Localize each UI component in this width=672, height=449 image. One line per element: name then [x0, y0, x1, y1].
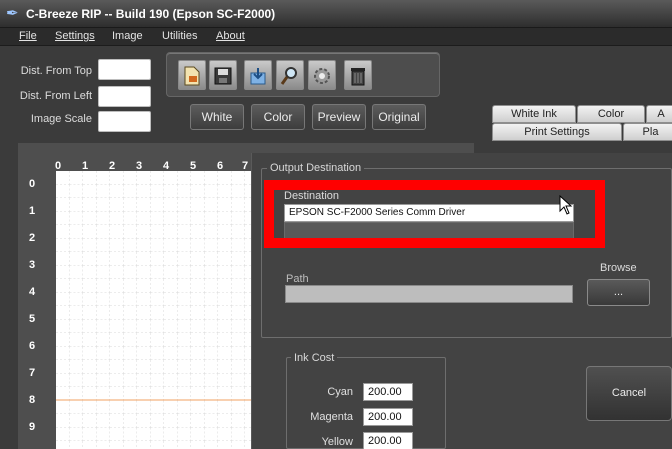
- zoom-button[interactable]: [276, 60, 304, 90]
- ruler-y-tick: 0: [29, 178, 36, 190]
- ruler-x-tick: 5: [190, 160, 197, 172]
- ruler-y-tick: 7: [29, 367, 36, 379]
- new-document-button[interactable]: [178, 60, 206, 90]
- original-button[interactable]: Original: [372, 104, 426, 130]
- ruler-x-tick: 3: [136, 160, 143, 172]
- new-document-icon: [184, 66, 200, 86]
- ruler-y-tick: 8: [29, 394, 36, 406]
- menu-about[interactable]: About: [216, 30, 245, 42]
- menu-image[interactable]: Image: [112, 30, 143, 42]
- print-canvas[interactable]: [56, 171, 266, 449]
- menu-file[interactable]: File: [19, 30, 37, 42]
- ruler-y-tick: 2: [29, 232, 36, 244]
- magenta-label: Magenta: [310, 411, 353, 423]
- quill-icon: ✒: [6, 5, 19, 22]
- cancel-button[interactable]: Cancel: [586, 366, 672, 421]
- white-view-button[interactable]: White: [190, 104, 244, 130]
- trash-icon: [351, 68, 365, 86]
- tab-white-ink[interactable]: White Ink: [492, 105, 576, 123]
- ruler-x-tick: 6: [217, 160, 224, 172]
- dist-top-input[interactable]: [98, 59, 151, 80]
- window-title: C-Breeze RIP -- Build 190 (Epson SC-F200…: [26, 7, 276, 21]
- ruler-x-tick: 1: [82, 160, 89, 172]
- ruler-y-tick: 1: [29, 205, 36, 217]
- download-icon: [250, 68, 266, 85]
- save-button[interactable]: [209, 60, 237, 90]
- tab-placement[interactable]: Pla: [623, 123, 672, 141]
- yellow-cost-input[interactable]: 200.00: [363, 432, 413, 449]
- cyan-cost-input[interactable]: 200.00: [363, 383, 413, 401]
- ruler-x-tick: 4: [163, 160, 170, 172]
- browse-button[interactable]: ...: [587, 279, 650, 306]
- ruler-x-tick: 7: [242, 160, 249, 172]
- browse-label: Browse: [600, 262, 637, 274]
- image-scale-input[interactable]: [98, 111, 151, 132]
- highlight-box: [264, 180, 605, 248]
- color-view-button[interactable]: Color: [251, 104, 305, 130]
- menu-bar: File Settings Image Utilities About: [0, 28, 672, 46]
- path-input[interactable]: [285, 285, 573, 303]
- ruler-y-tick: 9: [29, 421, 36, 433]
- import-button[interactable]: [244, 60, 272, 90]
- dist-left-label: Dist. From Left: [19, 90, 92, 102]
- ruler-x-tick: 0: [55, 160, 62, 172]
- tab-a[interactable]: A: [646, 105, 672, 123]
- ruler-x-tick: 2: [109, 160, 116, 172]
- ruler-y-tick: 3: [29, 259, 36, 271]
- canvas-grid: [56, 171, 266, 449]
- tab-color[interactable]: Color: [577, 105, 645, 123]
- preview-button[interactable]: Preview: [312, 104, 366, 130]
- menu-settings[interactable]: Settings: [55, 30, 95, 42]
- path-label: Path: [286, 273, 309, 285]
- gear-icon: [314, 68, 330, 84]
- settings-button[interactable]: [308, 60, 336, 90]
- image-scale-label: Image Scale: [30, 113, 92, 125]
- toolbar: [166, 52, 440, 97]
- search-icon: [280, 67, 297, 85]
- ruler-y-tick: 4: [29, 286, 36, 298]
- delete-button[interactable]: [344, 60, 372, 90]
- save-icon: [214, 67, 232, 85]
- dist-left-input[interactable]: [98, 86, 151, 107]
- output-destination-title: Output Destination: [267, 162, 365, 174]
- menu-utilities[interactable]: Utilities: [162, 30, 197, 42]
- ruler-y-tick: 6: [29, 340, 36, 352]
- dist-top-label: Dist. From Top: [20, 65, 92, 77]
- magenta-cost-input[interactable]: 200.00: [363, 408, 413, 426]
- title-bar: ✒ C-Breeze RIP -- Build 190 (Epson SC-F2…: [0, 0, 672, 28]
- ruler-y-tick: 5: [29, 313, 36, 325]
- tab-print-settings[interactable]: Print Settings: [492, 123, 622, 141]
- cyan-label: Cyan: [327, 386, 353, 398]
- yellow-label: Yellow: [321, 436, 353, 448]
- ink-cost-title: Ink Cost: [291, 352, 338, 364]
